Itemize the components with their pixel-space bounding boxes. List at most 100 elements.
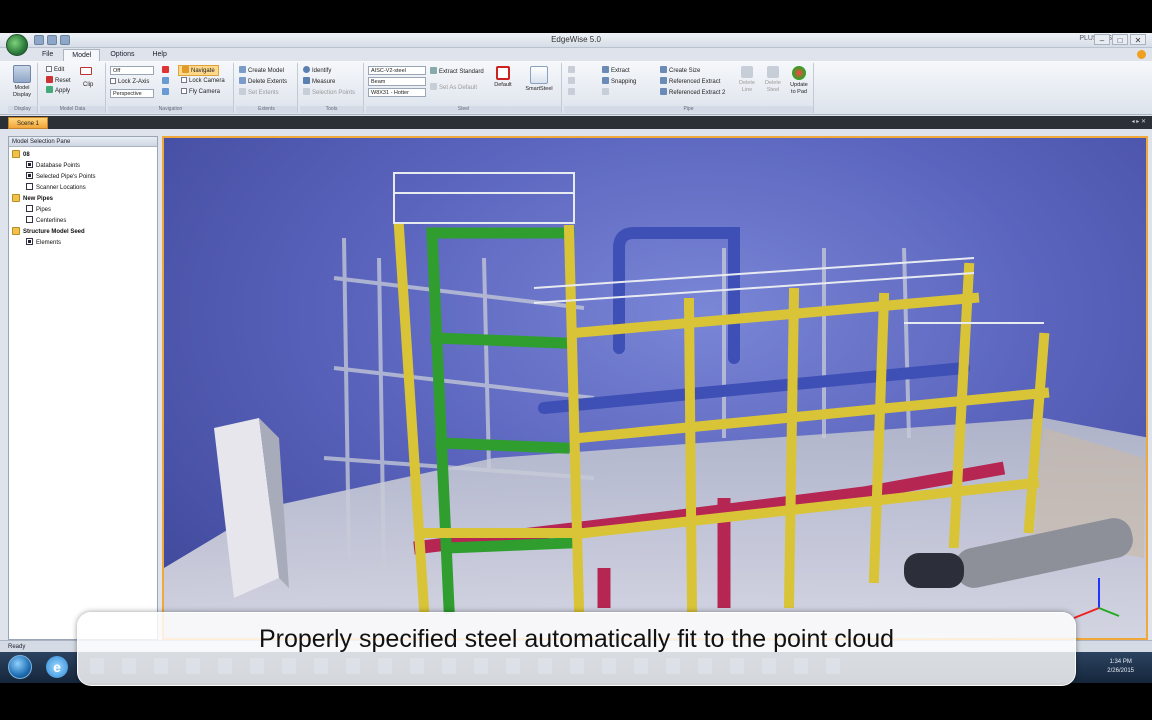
referenced-extract-2-button[interactable]: Referenced Extract 2 <box>660 88 725 97</box>
tree-node-elements[interactable]: Elements <box>12 238 154 249</box>
fly-camera-checkbox[interactable]: Fly Camera <box>181 88 220 96</box>
orbit-button[interactable] <box>162 88 171 97</box>
extract-button[interactable]: Extract <box>602 66 630 75</box>
referenced-extract-2-label: Referenced Extract 2 <box>669 90 726 96</box>
edit-label: Edit <box>54 67 65 73</box>
tree-node-structure-model-seed[interactable]: Structure Model Seed <box>12 227 154 238</box>
tab-model[interactable]: Model <box>63 49 101 61</box>
delete-steel-icon <box>767 66 779 78</box>
tree-node-new-pipes[interactable]: New Pipes <box>12 194 154 205</box>
checkbox-unchecked[interactable] <box>26 205 33 212</box>
group-label-tools: Tools <box>300 106 363 113</box>
identify-button[interactable]: Identify <box>303 66 331 75</box>
selection-points-label: Selection Points <box>312 90 356 96</box>
steel-size-select[interactable]: W8X31 - Hotter <box>368 88 426 97</box>
measure-icon <box>303 77 310 84</box>
3d-viewport[interactable] <box>162 136 1148 640</box>
selection-points-icon <box>303 88 310 95</box>
set-extents-button[interactable]: Set Extents <box>239 88 279 97</box>
selection-points-button[interactable]: Selection Points <box>303 88 355 97</box>
default-label: Default <box>494 82 512 88</box>
pipe-tool-3[interactable] <box>568 88 577 97</box>
reset-button[interactable]: Reset <box>46 76 71 85</box>
pipe-tool-4-icon <box>602 88 609 95</box>
set-as-default-label: Set As Default <box>439 85 478 91</box>
tab-help[interactable]: Help <box>144 49 174 61</box>
pipe-tool-3-icon <box>568 88 575 95</box>
referenced-extract-button[interactable]: Referenced Extract <box>660 77 720 86</box>
maximize-button[interactable]: □ <box>1112 34 1128 45</box>
tab-scene-1[interactable]: Scene 1 <box>8 117 49 129</box>
model-display-button[interactable]: Model Display <box>11 65 33 99</box>
snapping-label: Snapping <box>611 79 637 85</box>
measure-button[interactable]: Measure <box>303 77 335 86</box>
extract-icon <box>602 66 609 73</box>
set-as-default-button[interactable]: Set As Default <box>430 83 477 92</box>
snapping-button[interactable]: Snapping <box>602 77 636 86</box>
delete-steel-button[interactable]: Delete Steel <box>762 66 784 94</box>
tab-file[interactable]: File <box>34 49 61 61</box>
checkbox-unchecked[interactable] <box>26 216 33 223</box>
projection-select[interactable]: Perspective <box>110 89 154 98</box>
extract-standard-button[interactable]: Extract Standard <box>430 67 484 76</box>
lock-camera-checkbox[interactable]: Lock Camera <box>181 77 225 85</box>
navigate-button[interactable]: Navigate <box>178 65 219 76</box>
ribbon-group-extents: Create Model Delete Extents Set Extents … <box>236 63 298 113</box>
pan-button[interactable] <box>162 77 171 86</box>
clear-button[interactable] <box>162 66 171 75</box>
default-button[interactable]: Default <box>492 66 514 89</box>
app-logo-icon[interactable] <box>6 34 28 56</box>
clock-time: 1:34 PM <box>1109 659 1132 665</box>
apply-label: Apply <box>55 88 71 94</box>
ribbon-group-display: Model Display Display <box>8 63 38 113</box>
create-model-button[interactable]: Create Model <box>239 66 284 75</box>
group-label-model-data: Model Data <box>40 106 105 113</box>
update-to-pad-icon <box>792 66 806 80</box>
edit-checkbox[interactable]: Edit <box>46 66 64 74</box>
referenced-extract-label: Referenced Extract <box>669 79 721 85</box>
steel-spec-select[interactable]: AISC-V2-steel <box>368 66 426 75</box>
reset-label: Reset <box>55 78 71 84</box>
close-button[interactable]: ✕ <box>1130 34 1146 45</box>
clock-date: 2/26/2015 <box>1107 668 1134 674</box>
steel-type-select[interactable]: Beam <box>368 77 426 86</box>
ribbon-group-model-data: Edit Reset Apply Clip Model Data <box>40 63 106 113</box>
tree-node-08[interactable]: 08 <box>12 150 154 161</box>
create-size-button[interactable]: Create Size <box>660 66 700 75</box>
clip-button[interactable] <box>80 67 94 77</box>
default-icon <box>496 66 510 80</box>
set-extents-label: Set Extents <box>248 90 279 96</box>
apply-button[interactable]: Apply <box>46 86 70 95</box>
tab-strip-controls[interactable]: ◂ ▸ ✕ <box>1132 118 1146 125</box>
delete-line-button[interactable]: Delete Line <box>736 66 758 94</box>
checkbox-checked[interactable] <box>26 161 33 168</box>
pipe-tool-1-icon <box>568 66 575 73</box>
minimize-button[interactable]: – <box>1094 34 1110 45</box>
pipe-tool-2[interactable] <box>568 77 577 86</box>
tree-node-pipes[interactable]: Pipes <box>12 205 154 216</box>
internet-explorer-icon[interactable]: e <box>46 656 68 678</box>
edgewise-window: EdgeWise 5.0 PLUSERS – □ ✕ File Model Op… <box>0 33 1152 683</box>
pipe-tool-4[interactable] <box>602 88 611 97</box>
pipe-tool-1[interactable] <box>568 66 577 75</box>
system-clock[interactable]: 1:34 PM 2/26/2015 <box>1107 658 1134 676</box>
tree-label: Scanner Locations <box>36 185 86 191</box>
video-caption: Properly specified steel automatically f… <box>77 612 1076 686</box>
start-button[interactable] <box>8 655 32 679</box>
tab-options[interactable]: Options <box>102 49 142 61</box>
checkbox-unchecked[interactable] <box>26 183 33 190</box>
update-to-pad-button[interactable]: Update to Pad <box>788 66 810 96</box>
tree-node-scanner-locations[interactable]: Scanner Locations <box>12 183 154 194</box>
pan-icon <box>162 77 169 84</box>
delete-extents-button[interactable]: Delete Extents <box>239 77 287 86</box>
lock-z-axis-checkbox[interactable]: Lock Z-Axis <box>110 78 149 86</box>
checkbox-checked[interactable] <box>26 238 33 245</box>
view-mode-select[interactable]: Off <box>110 66 154 75</box>
help-icon[interactable] <box>1137 50 1146 59</box>
smartsteel-button[interactable]: SmartSteel <box>522 66 556 93</box>
tree-node-centerlines[interactable]: Centerlines <box>12 216 154 227</box>
checkbox-checked[interactable] <box>26 172 33 179</box>
set-as-default-icon <box>430 83 437 90</box>
tree-node-selected-pipes-points[interactable]: Selected Pipe's Points <box>12 172 154 183</box>
tree-node-database-points[interactable]: Database Points <box>12 161 154 172</box>
